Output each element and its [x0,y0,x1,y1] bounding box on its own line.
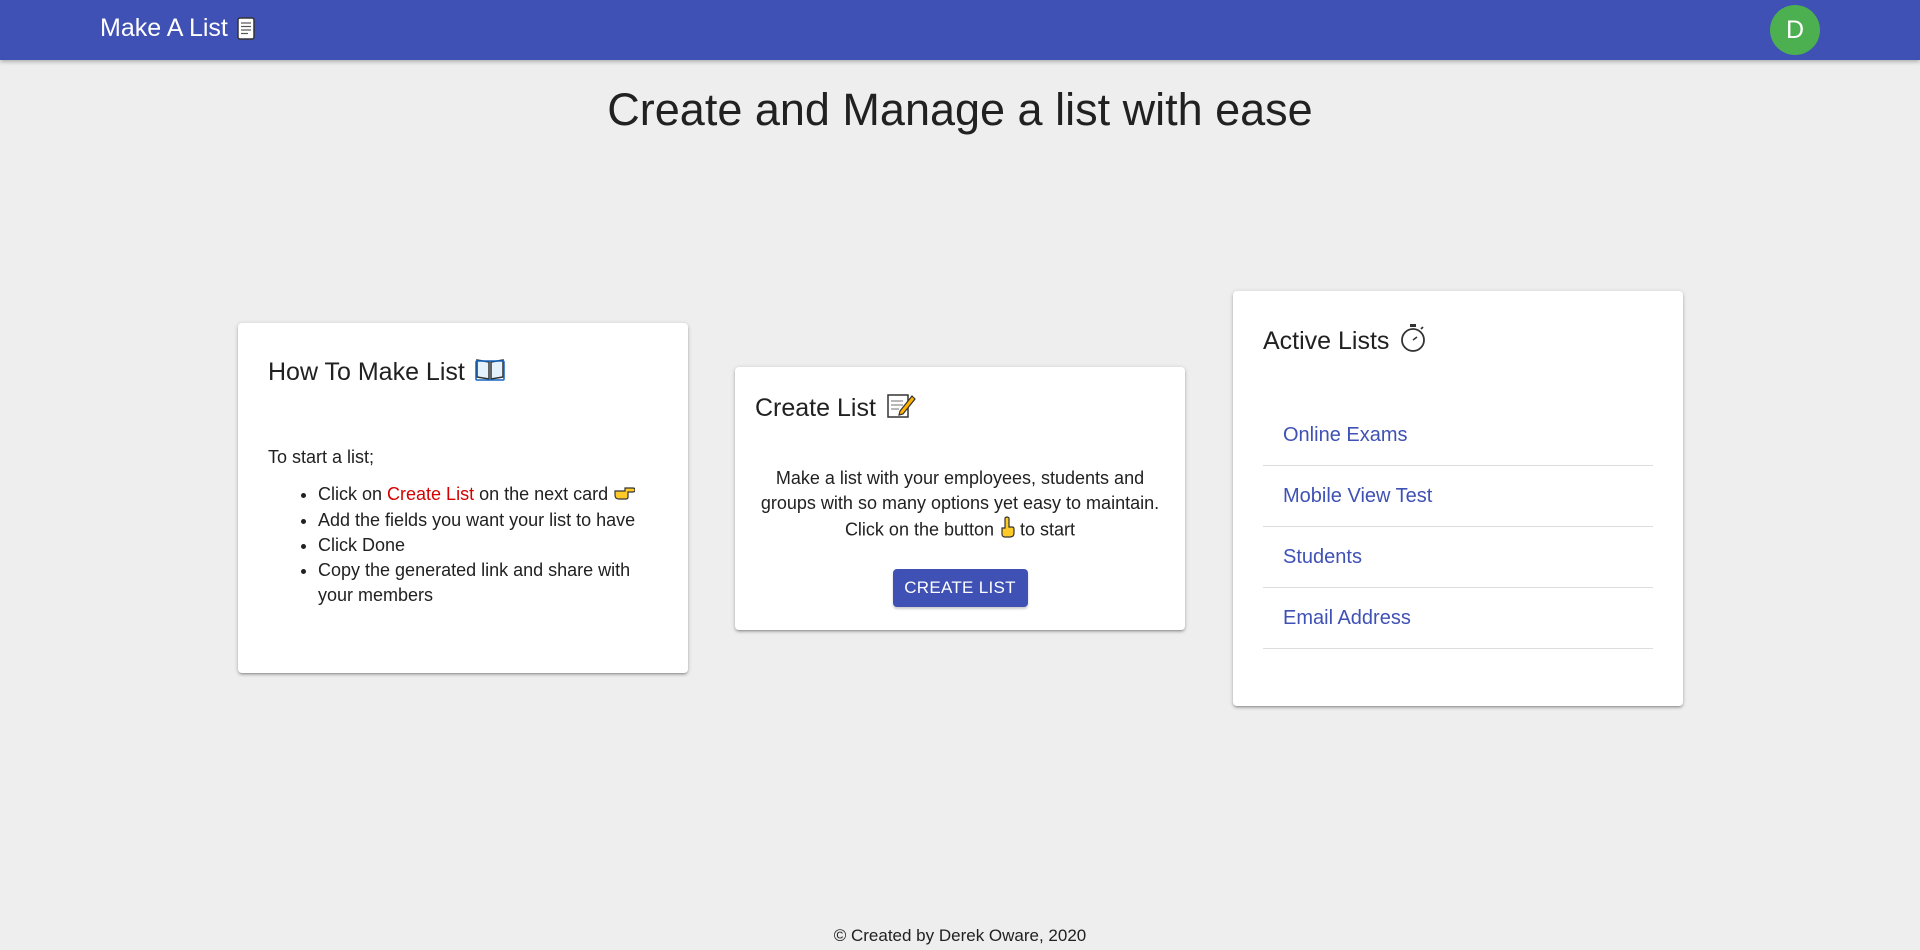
pointing-down-icon [999,516,1015,545]
how-to-intro: To start a list; [268,447,375,467]
description-text-1: Make a list with your employees, student… [760,468,1160,540]
stopwatch-icon [1399,323,1427,360]
footer-credit: © Created by Derek Oware, 2020 [833,926,1087,945]
active-title-text: Active Lists [1263,327,1390,355]
create-title-text: Create List [755,394,876,422]
app-title: Make A List [100,14,228,42]
step1-prefix: Click on [318,484,388,504]
pointing-right-icon [613,483,636,508]
user-avatar[interactable]: D [1770,5,1820,55]
step-item: Copy the generated link and share with y… [318,558,658,608]
description-text-2: to start [1015,519,1076,540]
create-list-highlight: Create List [387,484,475,504]
create-list-card: Create List Make a list with your employ… [735,367,1185,630]
step-item: Add the fields you want your list to hav… [318,508,658,533]
how-to-card-title: How To Make List [268,357,658,388]
list-item[interactable]: Students [1263,527,1653,588]
open-book-icon [475,357,505,388]
active-card-title: Active Lists [1263,323,1653,360]
how-to-steps: Click on Create List on the next card Ad… [268,482,658,608]
app-bar: Make A List D [0,0,1920,60]
create-card-description: Make a list with your employees, student… [755,466,1165,545]
how-to-card: How To Make List To start a list; Click … [238,323,688,673]
list-item[interactable]: Mobile View Test [1263,466,1653,527]
step-item: Click Done [318,533,658,558]
create-card-title: Create List [755,391,1165,426]
active-lists-card: Active Lists Online Exams Mobile View Te… [1233,291,1683,706]
active-lists: Online Exams Mobile View Test Students E… [1263,405,1653,649]
list-item[interactable]: Email Address [1263,588,1653,649]
brand-link[interactable]: Make A List [100,14,256,43]
step-item: Click on Create List on the next card [318,482,658,508]
how-to-title-text: How To Make List [268,358,465,386]
memo-icon [886,391,916,426]
list-item[interactable]: Online Exams [1263,405,1653,466]
page-headline: Create and Manage a list with ease [607,84,1313,135]
create-list-button[interactable]: CREATE LIST [892,569,1028,607]
step1-suffix: on the next card [474,484,609,504]
scroll-icon [236,16,256,41]
